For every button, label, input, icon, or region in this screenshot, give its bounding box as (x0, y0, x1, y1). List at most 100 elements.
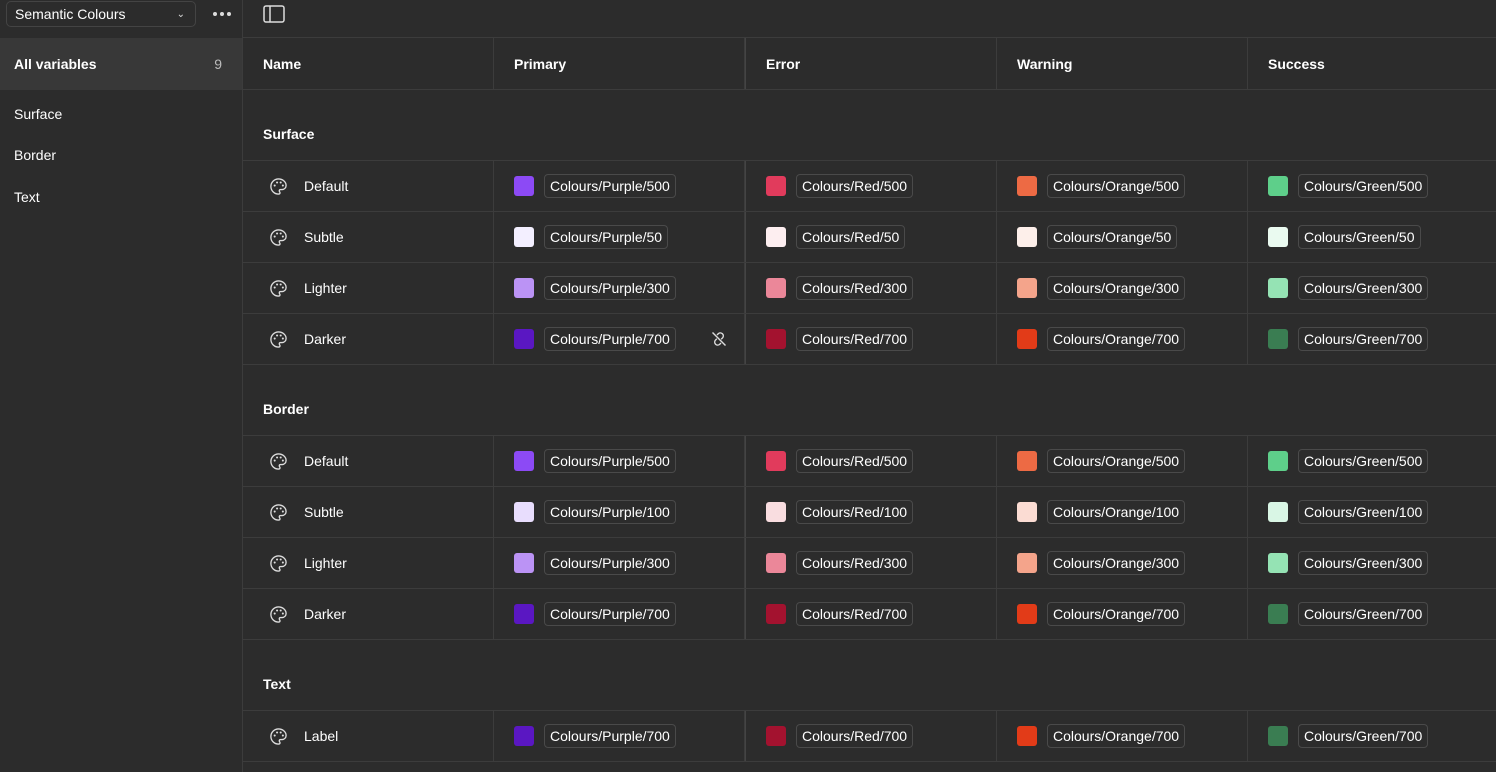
color-swatch[interactable] (766, 726, 786, 746)
sidebar-item-all-variables[interactable]: All variables 9 (0, 38, 242, 90)
column-header-error[interactable]: Error (745, 38, 997, 89)
alias-pill[interactable]: Colours/Purple/500 (544, 449, 676, 473)
value-cell-warning[interactable]: Colours/Orange/300 (997, 263, 1248, 313)
color-swatch[interactable] (1017, 451, 1037, 471)
color-swatch[interactable] (1268, 227, 1288, 247)
variable-name-cell[interactable]: Darker (243, 589, 494, 639)
value-cell-error[interactable]: Colours/Red/500 (745, 436, 997, 486)
alias-pill[interactable]: Colours/Purple/300 (544, 551, 676, 575)
table-row[interactable]: Subtle Colours/Purple/100 Colours/Red/100 C… (243, 487, 1496, 538)
value-cell-primary[interactable]: Colours/Purple/500 (494, 161, 745, 211)
color-swatch[interactable] (1268, 176, 1288, 196)
color-swatch[interactable] (766, 502, 786, 522)
alias-pill[interactable]: Colours/Purple/100 (544, 500, 676, 524)
alias-pill[interactable]: Colours/Orange/50 (1047, 225, 1178, 249)
alias-pill[interactable]: Colours/Red/500 (796, 449, 914, 473)
color-swatch[interactable] (514, 726, 534, 746)
alias-pill[interactable]: Colours/Green/700 (1298, 327, 1429, 351)
color-swatch[interactable] (514, 227, 534, 247)
value-cell-success[interactable]: Colours/Green/100 (1248, 487, 1496, 537)
table-row[interactable]: Lighter Colours/Purple/300 Colours/Red/300… (243, 263, 1496, 314)
value-cell-primary[interactable]: Colours/Purple/300 (494, 538, 745, 588)
color-swatch[interactable] (1268, 329, 1288, 349)
color-swatch[interactable] (766, 451, 786, 471)
value-cell-error[interactable]: Colours/Red/300 (745, 538, 997, 588)
alias-pill[interactable]: Colours/Green/50 (1298, 225, 1421, 249)
table-row[interactable]: Subtle Colours/Purple/50 Colours/Red/50 Col… (243, 212, 1496, 263)
sidebar-item-border[interactable]: Border (14, 147, 56, 163)
variable-name-cell[interactable]: Subtle (243, 487, 494, 537)
variable-name-cell[interactable]: Subtle (243, 212, 494, 262)
alias-pill[interactable]: Colours/Red/700 (796, 602, 914, 626)
value-cell-success[interactable]: Colours/Green/300 (1248, 538, 1496, 588)
alias-pill[interactable]: Colours/Green/700 (1298, 724, 1429, 748)
value-cell-warning[interactable]: Colours/Orange/700 (997, 711, 1248, 761)
color-swatch[interactable] (514, 329, 534, 349)
column-header-success[interactable]: Success (1248, 38, 1496, 89)
alias-pill[interactable]: Colours/Green/300 (1298, 276, 1429, 300)
value-cell-primary[interactable]: Colours/Purple/500 (494, 436, 745, 486)
alias-pill[interactable]: Colours/Red/50 (796, 225, 906, 249)
color-swatch[interactable] (1017, 553, 1037, 573)
value-cell-success[interactable]: Colours/Green/500 (1248, 436, 1496, 486)
value-cell-success[interactable]: Colours/Green/700 (1248, 314, 1496, 364)
value-cell-warning[interactable]: Colours/Orange/700 (997, 314, 1248, 364)
alias-pill[interactable]: Colours/Red/100 (796, 500, 914, 524)
color-swatch[interactable] (514, 176, 534, 196)
value-cell-warning[interactable]: Colours/Orange/100 (997, 487, 1248, 537)
value-cell-warning[interactable]: Colours/Orange/700 (997, 589, 1248, 639)
alias-pill[interactable]: Colours/Purple/500 (544, 174, 676, 198)
table-row[interactable]: Label Colours/Purple/700 Colours/Red/700 Co… (243, 711, 1496, 762)
more-options-button[interactable] (208, 2, 236, 26)
color-swatch[interactable] (1268, 726, 1288, 746)
color-swatch[interactable] (766, 278, 786, 298)
value-cell-primary[interactable]: Colours/Purple/700 (494, 314, 745, 364)
color-swatch[interactable] (1268, 451, 1288, 471)
color-swatch[interactable] (766, 176, 786, 196)
color-swatch[interactable] (514, 451, 534, 471)
value-cell-warning[interactable]: Colours/Orange/500 (997, 436, 1248, 486)
value-cell-success[interactable]: Colours/Green/300 (1248, 263, 1496, 313)
color-swatch[interactable] (1017, 176, 1037, 196)
alias-pill[interactable]: Colours/Green/500 (1298, 174, 1429, 198)
value-cell-success[interactable]: Colours/Green/700 (1248, 589, 1496, 639)
alias-pill[interactable]: Colours/Green/700 (1298, 602, 1429, 626)
alias-pill[interactable]: Colours/Orange/700 (1047, 327, 1186, 351)
value-cell-primary[interactable]: Colours/Purple/50 (494, 212, 745, 262)
alias-pill[interactable]: Colours/Purple/700 (544, 327, 676, 351)
alias-pill[interactable]: Colours/Red/300 (796, 276, 914, 300)
alias-pill[interactable]: Colours/Orange/100 (1047, 500, 1186, 524)
color-swatch[interactable] (1268, 604, 1288, 624)
variable-name-cell[interactable]: Default (243, 436, 494, 486)
value-cell-primary[interactable]: Colours/Purple/700 (494, 711, 745, 761)
alias-pill[interactable]: Colours/Orange/700 (1047, 602, 1186, 626)
color-swatch[interactable] (1268, 553, 1288, 573)
alias-pill[interactable]: Colours/Green/100 (1298, 500, 1429, 524)
alias-pill[interactable]: Colours/Red/700 (796, 327, 914, 351)
variable-name-cell[interactable]: Label (243, 711, 494, 761)
alias-pill[interactable]: Colours/Red/700 (796, 724, 914, 748)
column-header-primary[interactable]: Primary (494, 38, 745, 89)
color-swatch[interactable] (514, 278, 534, 298)
color-swatch[interactable] (1268, 502, 1288, 522)
color-swatch[interactable] (766, 227, 786, 247)
variable-name-cell[interactable]: Default (243, 161, 494, 211)
column-header-warning[interactable]: Warning (997, 38, 1248, 89)
table-row[interactable]: Default Colours/Purple/500 Colours/Red/500… (243, 161, 1496, 212)
alias-pill[interactable]: Colours/Red/300 (796, 551, 914, 575)
color-swatch[interactable] (766, 553, 786, 573)
color-swatch[interactable] (1017, 329, 1037, 349)
table-row[interactable]: Default Colours/Purple/500 Colours/Red/500… (243, 436, 1496, 487)
alias-pill[interactable]: Colours/Green/300 (1298, 551, 1429, 575)
color-swatch[interactable] (514, 604, 534, 624)
collection-select[interactable]: Semantic Colours ⌄ (6, 1, 196, 27)
value-cell-warning[interactable]: Colours/Orange/500 (997, 161, 1248, 211)
variable-name-cell[interactable]: Lighter (243, 538, 494, 588)
color-swatch[interactable] (1017, 278, 1037, 298)
alias-pill[interactable]: Colours/Orange/300 (1047, 551, 1186, 575)
value-cell-error[interactable]: Colours/Red/50 (745, 212, 997, 262)
value-cell-error[interactable]: Colours/Red/700 (745, 589, 997, 639)
color-swatch[interactable] (1017, 227, 1037, 247)
alias-pill[interactable]: Colours/Orange/700 (1047, 724, 1186, 748)
table-row[interactable]: Darker Colours/Purple/700 Colours/Red/700 C… (243, 589, 1496, 640)
